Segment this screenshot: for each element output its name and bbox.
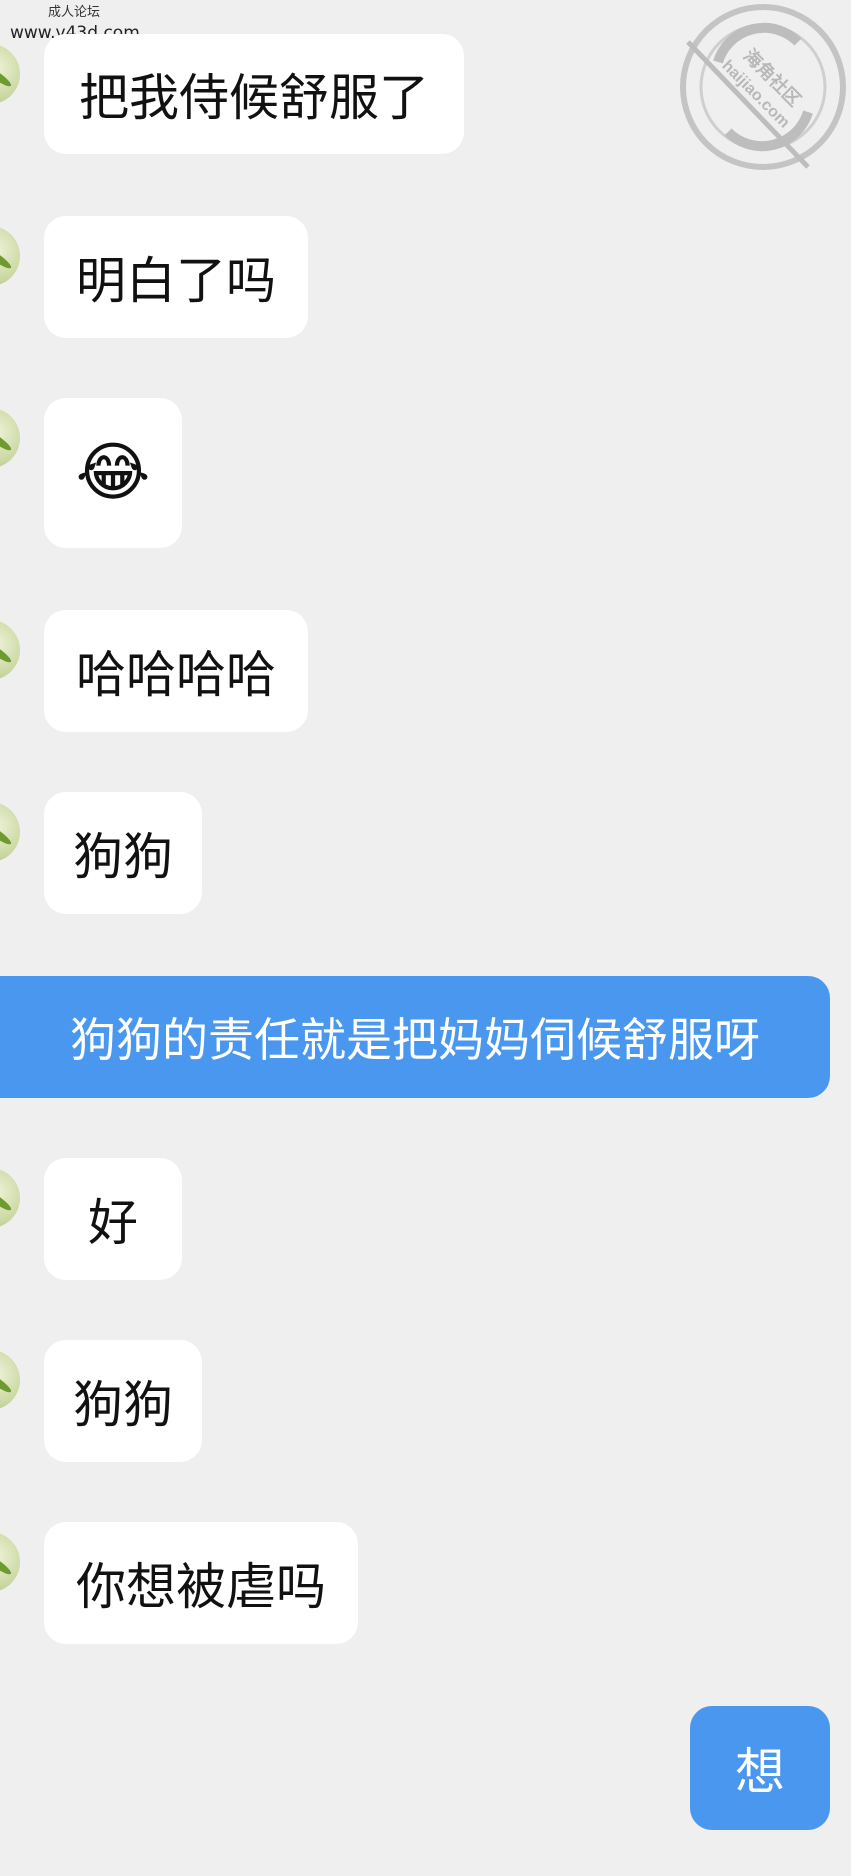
message-bubble-incoming: 把我侍候舒服了 [44, 34, 464, 154]
message-bubble-outgoing: 想 [690, 1706, 830, 1830]
avatar[interactable] [0, 44, 20, 104]
seal-watermark-icon: 海角社区 haijiao.com [680, 4, 846, 170]
avatar[interactable] [0, 1532, 20, 1592]
message-bubble-incoming: 好 [44, 1158, 182, 1280]
watermark-line-1: 成人论坛 [48, 5, 101, 20]
avatar[interactable] [0, 226, 20, 286]
message-bubble-incoming: 狗狗 [44, 1340, 202, 1462]
message-bubble-incoming: 你想被虐吗 [44, 1522, 358, 1644]
avatar[interactable] [0, 1168, 20, 1228]
avatar[interactable] [0, 1350, 20, 1410]
message-bubble-outgoing: 狗狗的责任就是把妈妈伺候舒服呀 [0, 976, 830, 1098]
message-bubble-incoming: 明白了吗 [44, 216, 308, 338]
avatar[interactable] [0, 620, 20, 680]
message-bubble-incoming: 狗狗 [44, 792, 202, 914]
message-bubble-incoming: 哈哈哈哈 [44, 610, 308, 732]
avatar[interactable] [0, 802, 20, 862]
avatar[interactable] [0, 408, 20, 468]
laughing-emoji-icon: 😂 [44, 398, 182, 548]
